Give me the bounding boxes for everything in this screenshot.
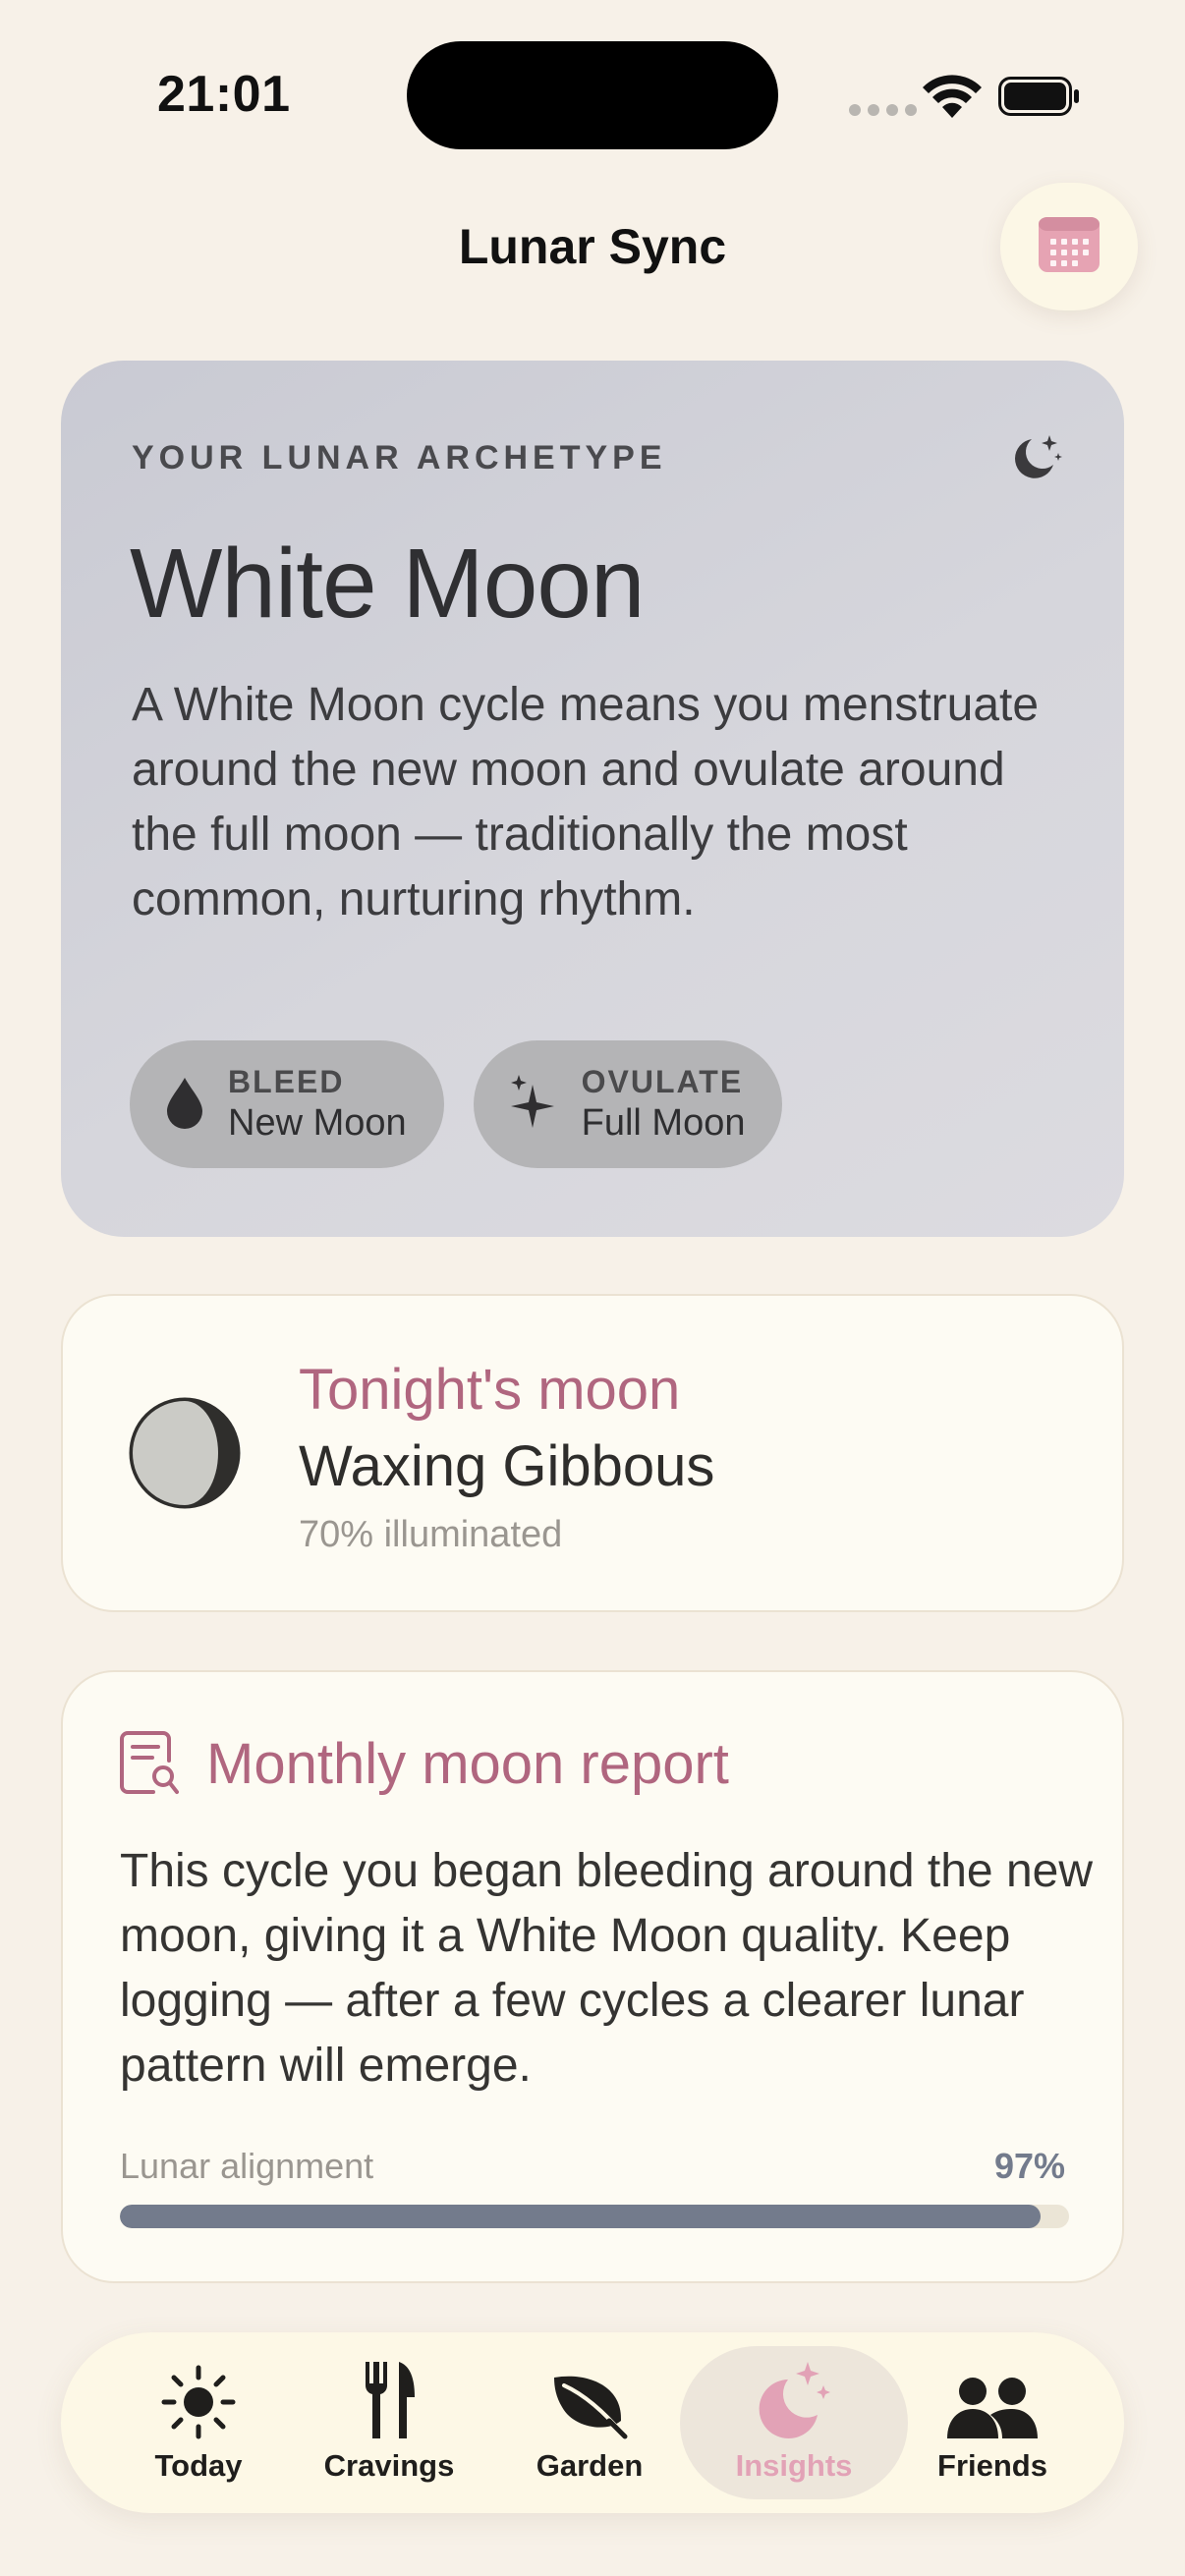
tab-friends[interactable]: Friends — [896, 2346, 1089, 2499]
tab-today[interactable]: Today — [102, 2346, 295, 2499]
tonights-moon-card[interactable]: Tonight's moon Waxing Gibbous 70% illumi… — [61, 1294, 1124, 1612]
tab-insights-label: Insights — [735, 2448, 853, 2483]
calendar-icon — [1037, 215, 1101, 279]
bleed-chip-value: New Moon — [228, 1102, 407, 1144]
status-time: 21:01 — [157, 66, 291, 123]
ovulate-chip-value: Full Moon — [581, 1102, 746, 1144]
archetype-card: YOUR LUNAR ARCHETYPE White Moon A White … — [61, 361, 1124, 1237]
report-title: Monthly moon report — [206, 1732, 729, 1796]
tonights-moon-title: Tonight's moon — [299, 1358, 681, 1422]
tab-cravings-label: Cravings — [323, 2448, 455, 2483]
tab-bar: Today Cravings Garden Insights Friends — [61, 2332, 1124, 2513]
tab-cravings[interactable]: Cravings — [293, 2346, 485, 2499]
sparkle-icon — [509, 1073, 558, 1137]
bleed-chip-label: BLEED — [228, 1064, 345, 1099]
leaf-icon — [550, 2346, 629, 2440]
wifi-icon — [922, 75, 983, 125]
cellular-signal-icon — [849, 104, 917, 116]
ovulate-chip-label: OVULATE — [581, 1064, 744, 1099]
ovulate-chip: OVULATE Full Moon — [473, 1040, 783, 1168]
moon-stars-icon — [755, 2346, 833, 2440]
sun-icon — [160, 2346, 237, 2440]
tab-today-label: Today — [154, 2448, 243, 2483]
archetype-chips: BLEED New Moon OVULATE Full Moon — [130, 1040, 783, 1168]
moon-stars-icon — [1008, 431, 1063, 491]
alignment-value: 97% — [993, 2146, 1065, 2186]
tab-garden[interactable]: Garden — [493, 2346, 686, 2499]
drop-icon — [165, 1076, 204, 1134]
alignment-progress-bar — [120, 2205, 1069, 2228]
people-icon — [945, 2346, 1040, 2440]
dynamic-island — [407, 41, 778, 149]
bleed-chip: BLEED New Moon — [130, 1040, 444, 1168]
report-body: This cycle you began bleeding around the… — [120, 1845, 1093, 2092]
archetype-title: White Moon — [130, 529, 646, 639]
archetype-eyebrow: YOUR LUNAR ARCHETYPE — [132, 439, 667, 476]
moon-illumination: 70% illuminated — [299, 1514, 563, 1555]
tab-garden-label: Garden — [536, 2448, 644, 2483]
fork-knife-icon — [360, 2346, 419, 2440]
report-search-icon — [120, 1731, 179, 1801]
alignment-label: Lunar alignment — [120, 2146, 374, 2186]
calendar-button[interactable] — [1000, 183, 1138, 310]
monthly-report-card[interactable]: Monthly moon report This cycle you began… — [61, 1670, 1124, 2283]
moon-phase-icon — [128, 1396, 242, 1515]
battery-icon — [998, 77, 1081, 121]
alignment-progress-fill — [120, 2205, 1042, 2228]
tab-friends-label: Friends — [937, 2448, 1047, 2483]
moon-phase-name: Waxing Gibbous — [299, 1434, 715, 1498]
archetype-description: A White Moon cycle means you menstruate … — [132, 679, 1040, 925]
tab-insights[interactable]: Insights — [680, 2346, 908, 2499]
